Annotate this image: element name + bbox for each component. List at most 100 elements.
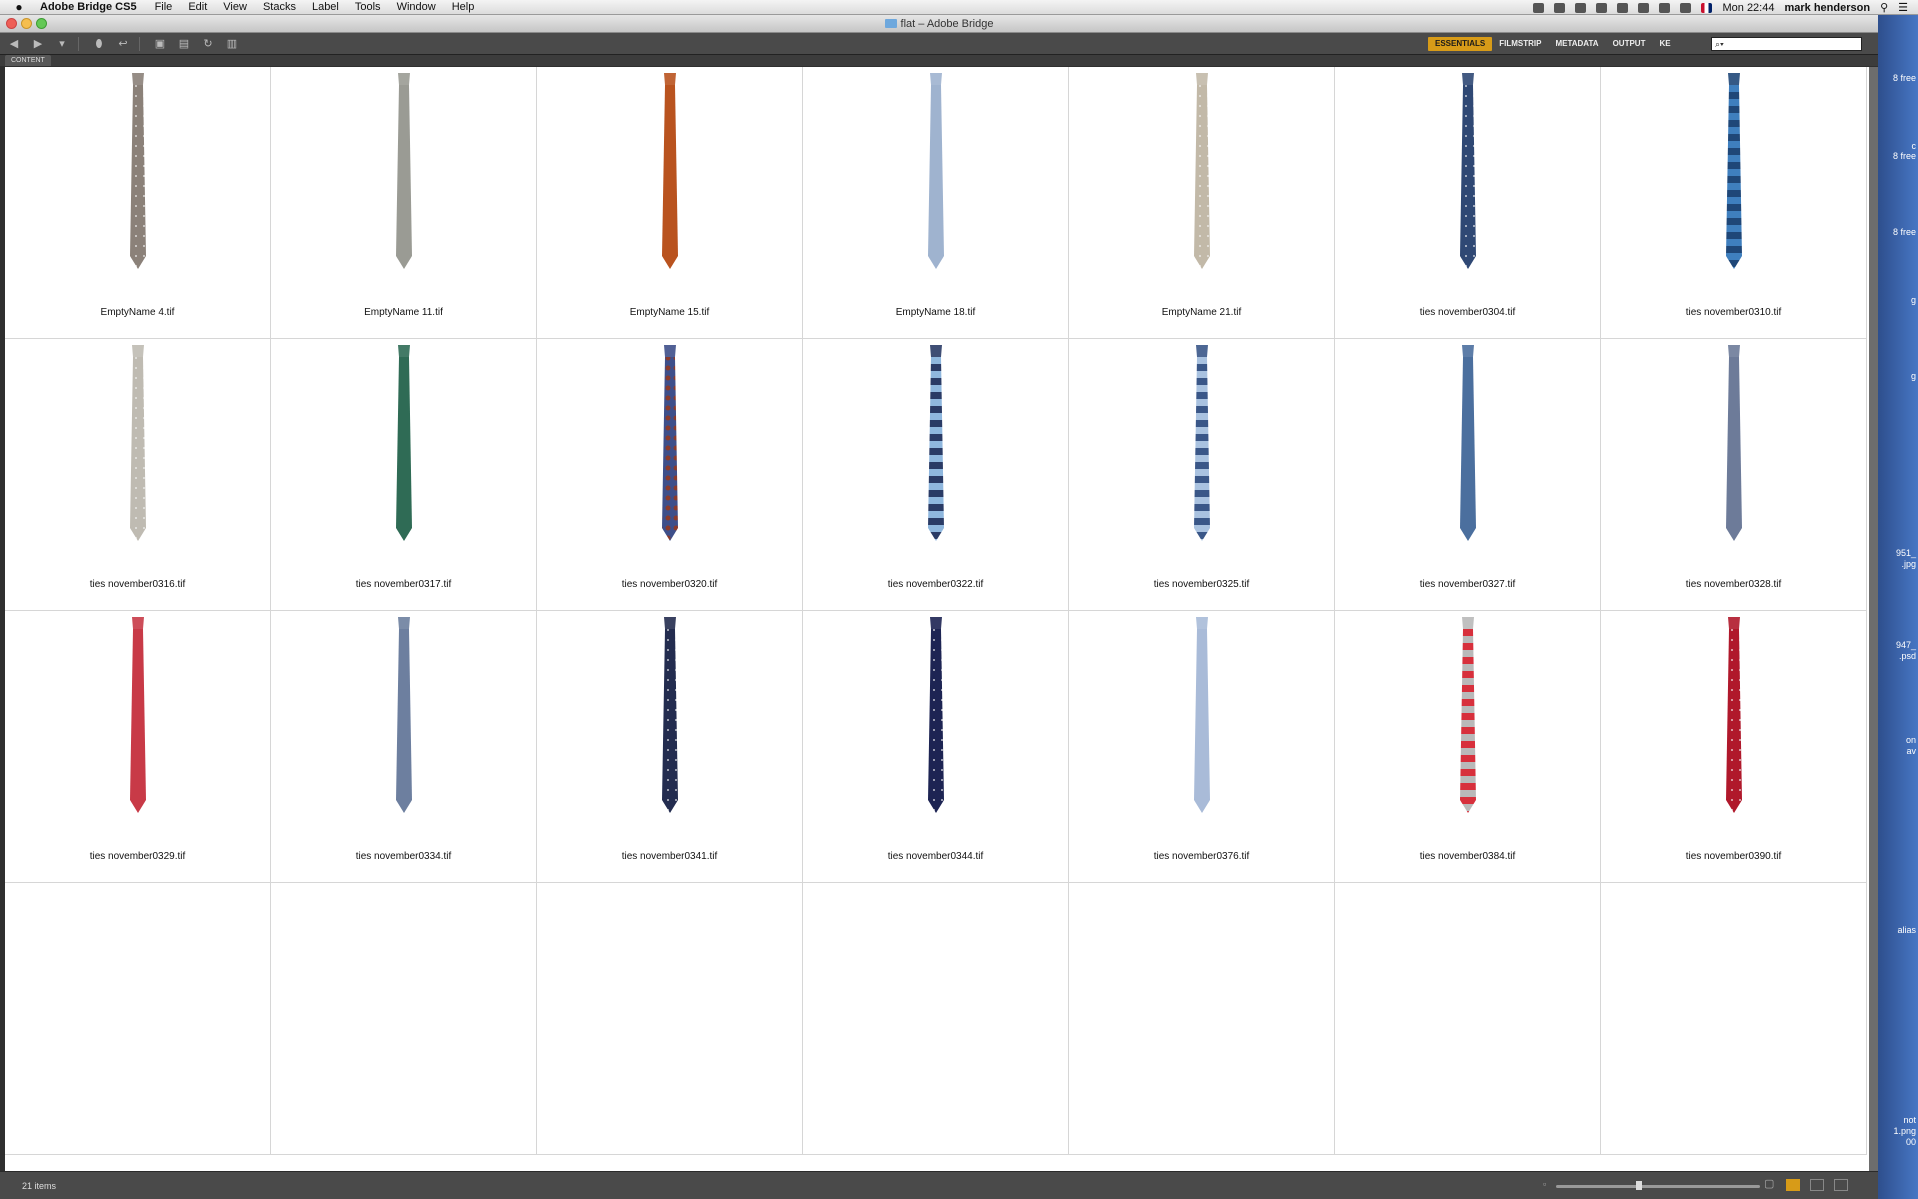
empty-grid-cell [1069,883,1335,1155]
monitor-icon[interactable] [1596,2,1608,13]
vertical-scrollbar[interactable] [1869,67,1878,1171]
thumbnail-cell[interactable]: ties november0384.tif [1335,611,1601,883]
tie-thumbnail-image [395,617,412,813]
thumbnail-cell[interactable]: EmptyName 18.tif [803,67,1069,339]
new-document-icon[interactable]: ▥ [222,37,242,51]
volume-icon[interactable] [1659,2,1671,13]
thumbnail-cell[interactable]: ties november0317.tif [271,339,537,611]
menubar-user[interactable]: mark henderson [1784,2,1870,14]
thumbnail-cell[interactable]: ties november0316.tif [5,339,271,611]
dropbox-icon[interactable] [1533,2,1545,13]
thumbnail-cell[interactable]: EmptyName 21.tif [1069,67,1335,339]
boomerang-icon[interactable]: ↩ [113,37,133,51]
workspace-switcher: ESSENTIALS FILMSTRIP METADATA OUTPUT KE [1428,37,1678,51]
forward-arrow-icon[interactable]: ▶ [28,37,48,51]
toolbar-divider [78,36,79,51]
desktop-label: .jpg [1901,559,1916,569]
workspace-filmstrip[interactable]: FILMSTRIP [1492,37,1548,51]
menu-help[interactable]: Help [452,1,475,13]
grid-view-icon[interactable] [1786,1179,1800,1191]
thumbnail-cell[interactable]: ties november0344.tif [803,611,1069,883]
thumbnail-filename: ties november0325.tif [1153,579,1250,590]
tie-thumbnail-image [1725,617,1742,813]
desktop-label: 8 free [1892,73,1916,83]
item-count: 21 items [22,1181,57,1191]
thumbnail-cell[interactable]: ties november0304.tif [1335,67,1601,339]
cloud-icon[interactable] [1575,2,1587,13]
search-input[interactable]: ⌕▾ [1711,37,1862,51]
input-source-flag-icon[interactable] [1701,2,1713,13]
empty-grid-cell [271,883,537,1155]
workspace-essentials[interactable]: ESSENTIALS [1428,37,1493,51]
tie-thumbnail-image [129,617,146,813]
thumbnail-cell[interactable]: EmptyName 15.tif [537,67,803,339]
thumbnail-cell[interactable]: ties november0322.tif [803,339,1069,611]
toolbar-divider [139,36,140,51]
workspace-metadata[interactable]: METADATA [1548,37,1605,51]
thumbnail-cell[interactable]: ties november0341.tif [537,611,803,883]
thumbnail-cell[interactable]: ties november0320.tif [537,339,803,611]
thumbnail-cell[interactable]: EmptyName 11.tif [271,67,537,339]
back-arrow-icon[interactable]: ◀ [4,37,24,51]
menu-file[interactable]: File [155,1,173,13]
apple-menu-icon[interactable]: ● [8,0,30,14]
empty-grid-cell [1601,883,1867,1155]
thumbnail-cell[interactable]: ties november0390.tif [1601,611,1867,883]
thumbnail-grid: EmptyName 4.tif EmptyName 11.tif EmptyName… [5,67,1869,1155]
app-menu[interactable]: Adobe Bridge CS5 [40,1,137,13]
output-icon[interactable]: ▤ [174,37,194,51]
history-dropdown-icon[interactable]: ▾ [52,37,72,51]
notification-center-icon[interactable]: ☰ [1898,1,1908,14]
slider-handle[interactable] [1636,1181,1642,1190]
window-titlebar[interactable]: flat – Adobe Bridge [0,15,1878,33]
thumbnail-cell[interactable]: ties november0327.tif [1335,339,1601,611]
thumbnail-filename: ties november0328.tif [1685,579,1782,590]
thumbnail-filename: ties november0334.tif [355,851,452,862]
close-window-button[interactable] [6,18,17,29]
thumbnail-cell[interactable]: ties november0376.tif [1069,611,1335,883]
thumbnail-filename: EmptyName 11.tif [364,307,443,318]
menubar-clock[interactable]: Mon 22:44 [1722,2,1774,14]
thumbnail-filename: EmptyName 15.tif [629,307,710,318]
sync-icon[interactable] [1554,2,1566,13]
desktop-label: not [1903,1115,1916,1125]
tab-content[interactable]: CONTENT [5,55,51,66]
desktop-label: 951_ [1895,548,1916,558]
thumbnail-size-slider[interactable] [1556,1185,1760,1188]
camera-raw-icon[interactable]: ▣ [150,37,170,51]
menu-edit[interactable]: Edit [188,1,207,13]
empty-grid-cell [5,883,271,1155]
thumbnail-cell[interactable]: ties november0329.tif [5,611,271,883]
menu-label[interactable]: Label [312,1,339,13]
time-machine-icon[interactable] [1617,2,1629,13]
menu-window[interactable]: Window [397,1,436,13]
menubar-extras: Mon 22:44 mark henderson ⚲ ☰ [1533,0,1908,15]
thumbnail-cell[interactable]: ties november0310.tif [1601,67,1867,339]
thumbnail-cell[interactable]: EmptyName 4.tif [5,67,271,339]
desktop-label: 1.png [1893,1126,1916,1136]
spotlight-icon[interactable]: ⚲ [1880,1,1888,14]
tie-thumbnail-image [661,73,678,269]
minimize-window-button[interactable] [21,18,32,29]
menu-view[interactable]: View [223,1,247,13]
workspace-output[interactable]: OUTPUT [1606,37,1653,51]
thumbnail-cell[interactable]: ties november0334.tif [271,611,537,883]
get-photos-icon[interactable]: ⬮ [89,37,109,51]
list-view-icon[interactable] [1834,1179,1848,1191]
tie-thumbnail-image [395,73,412,269]
rotate-icon[interactable]: ↻ [198,37,218,51]
menu-stacks[interactable]: Stacks [263,1,296,13]
menu-tools[interactable]: Tools [355,1,381,13]
details-view-icon[interactable] [1810,1179,1824,1191]
zoom-window-button[interactable] [36,18,47,29]
thumbnail-cell[interactable]: ties november0325.tif [1069,339,1335,611]
desktop-label: on [1905,735,1916,745]
thumbnail-filename: ties november0341.tif [621,851,718,862]
thumbnail-cell[interactable]: ties november0328.tif [1601,339,1867,611]
large-thumb-icon: ▢ [1764,1178,1775,1190]
binoculars-icon[interactable] [1638,2,1650,13]
workspace-ke-dropdown[interactable]: KE [1652,37,1677,51]
bluetooth-icon[interactable] [1680,2,1692,13]
search-glyph: ⌕▾ [1715,39,1724,49]
empty-grid-cell [803,883,1069,1155]
